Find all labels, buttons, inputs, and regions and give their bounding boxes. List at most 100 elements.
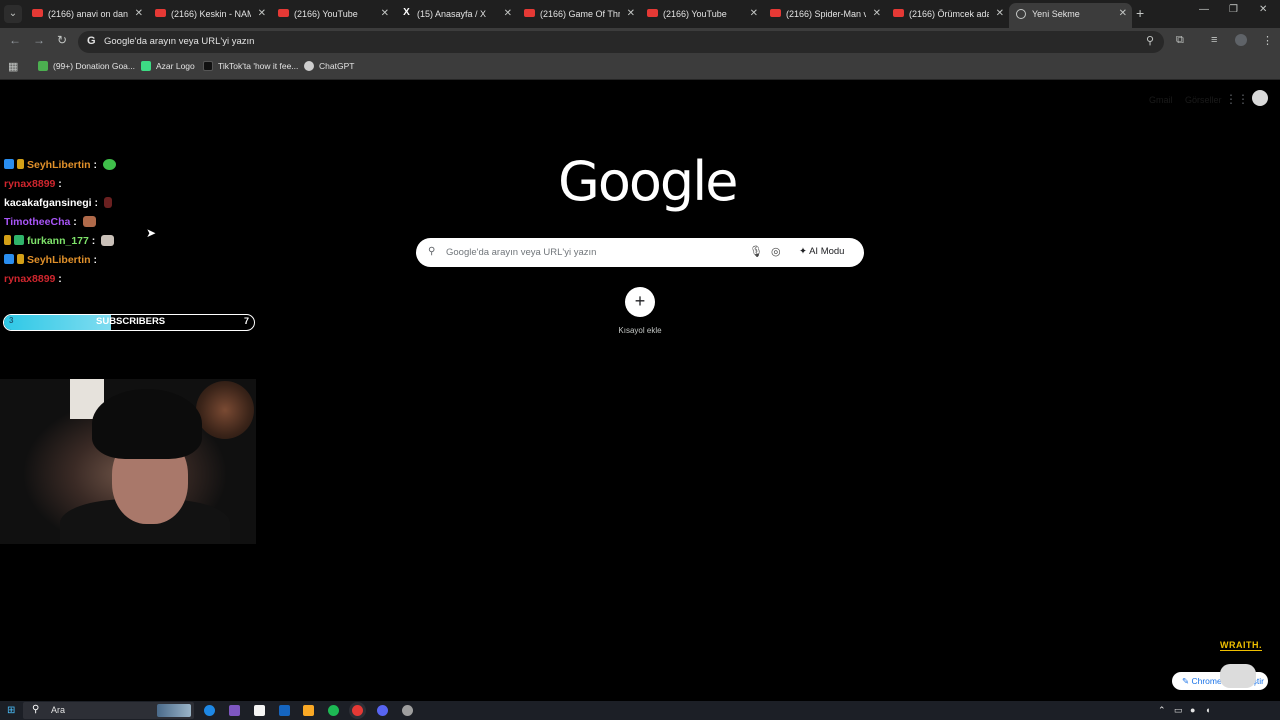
account-avatar[interactable] [1252,90,1268,106]
settings-icon[interactable] [402,705,413,716]
chat-username: rynax8899 [4,178,56,190]
add-shortcut-button[interactable]: + [625,287,655,317]
file-explorer-icon[interactable] [303,705,314,716]
chat-username: TimotheeCha [4,216,71,228]
tray-chevron-icon[interactable]: ⌃ [1158,705,1166,716]
tab-title: (2166) Spider-Man v [786,9,866,19]
tab-7[interactable]: (2166) Spider-Man v ✕ [763,3,886,28]
gmail-link[interactable]: Gmail [1149,95,1173,105]
youtube-icon [32,9,43,17]
azar-icon [141,61,151,71]
tab-6[interactable]: (2166) YouTube ✕ [640,3,763,28]
search-highlight-image [157,704,191,717]
ntp-search-box[interactable]: ⚲ Google'da arayın veya URL'yi yazın 🎙︎ … [416,238,864,267]
tab-strip: ⌄ (2166) anavi on danc ✕ (2166) Keskin - … [0,0,1280,28]
images-link[interactable]: Görseller [1185,95,1222,105]
close-icon[interactable]: ✕ [135,3,143,25]
youtube-icon [155,9,166,17]
edge-icon[interactable] [204,705,215,716]
profile-avatar[interactable] [1235,34,1247,46]
tab-3[interactable]: (2166) YouTube ✕ [271,3,394,28]
close-icon[interactable]: ✕ [627,3,635,25]
copilot-icon[interactable] [229,705,240,716]
tab-4[interactable]: X (15) Anasayfa / X ✕ [394,3,517,28]
globe-icon [1016,9,1026,19]
tab-1[interactable]: (2166) anavi on danc ✕ [25,3,148,28]
restore-icon[interactable]: ❐ [1229,4,1238,15]
extensions-icon[interactable]: ⧉ [1176,34,1184,47]
chat-message: SeyhLibertin : [4,254,97,266]
badge-icon [4,254,14,264]
close-icon[interactable]: ✕ [381,3,389,25]
discord-icon[interactable] [377,705,388,716]
outlook-icon[interactable] [279,705,290,716]
add-shortcut-label: Kısayol ekle [618,326,662,335]
bookmark-chatgpt[interactable]: ChatGPT [304,61,354,71]
tab-search-button[interactable]: ⌄ [4,5,22,23]
bookmark-label: (99+) Donation Goa... [53,61,135,71]
apps-grid-icon[interactable]: ▦ [8,60,18,73]
bookmark-label: ChatGPT [319,61,355,71]
address-bar[interactable]: G Google'da arayın veya URL'yi yazın ⚲ [78,31,1164,53]
back-icon[interactable]: ← [9,33,21,47]
new-tab-button[interactable]: + [1136,5,1144,21]
badge-icon [17,159,24,169]
close-icon[interactable]: ✕ [1119,3,1127,25]
window-close-icon[interactable]: ✕ [1259,4,1267,15]
emote-icon [82,216,96,227]
ai-mode-button[interactable]: ✦ AI Modu [799,246,844,257]
menu-dots-icon[interactable]: ⋮ [1262,34,1273,47]
forward-icon[interactable]: → [33,33,45,47]
volume-icon[interactable]: ◖ [1205,705,1210,715]
taskbar-search-placeholder: Ara [51,705,66,715]
chat-username: kacakafgansinegi [4,197,92,209]
media-controls-icon[interactable]: ≡ [1211,34,1217,46]
close-icon[interactable]: ✕ [504,3,512,25]
bookmark-label: Azar Logo [156,61,195,71]
youtube-icon [647,9,658,17]
tab-title: (2166) Game Of Thro [540,9,620,19]
google-lens-icon[interactable]: ◎ [771,245,781,258]
tiktok-icon [203,61,213,71]
minimize-icon[interactable]: — [1199,4,1209,15]
close-icon[interactable]: ✕ [996,3,1004,25]
tab-5[interactable]: (2166) Game Of Thro ✕ [517,3,640,28]
donation-icon [38,61,48,71]
chrome-icon[interactable] [352,705,363,716]
subscriber-goal: 7 [243,316,249,326]
youtube-icon [770,9,781,17]
browser-toolbar: ← → ↻ G Google'da arayın veya URL'yi yaz… [0,28,1280,55]
reload-icon[interactable]: ↻ [57,33,67,47]
chat-message: TimotheeCha : [4,216,96,228]
zoom-icon[interactable]: ⚲ [1146,34,1154,47]
subscriber-goal-bar: 3 SUBSCRIBERS 7 [3,314,255,331]
chat-username: SeyhLibertin [27,254,91,266]
tab-title: (2166) anavi on danc [48,9,128,19]
bookmark-donation-goal[interactable]: (99+) Donation Goa... [38,61,135,71]
badge-icon [14,235,24,245]
tab-title: (2166) Örümcek adan [909,9,989,19]
badge-icon [17,254,24,264]
tab-8[interactable]: (2166) Örümcek adan ✕ [886,3,1009,28]
windows-start-icon[interactable]: ⊞ [7,705,15,716]
store-icon[interactable] [254,705,265,716]
taskbar-search[interactable]: ⚲ Ara [23,702,194,719]
microphone-icon[interactable]: 🎙︎ [749,245,763,258]
bookmark-label: TikTok'ta 'how it fee... [218,61,299,71]
close-icon[interactable]: ✕ [750,3,758,25]
close-icon[interactable]: ✕ [258,3,266,25]
ai-mode-label: AI Modu [809,246,845,257]
chat-message: rynax8899 : [4,273,62,285]
tray-app-icon[interactable]: ▭ [1174,705,1183,716]
close-icon[interactable]: ✕ [873,3,881,25]
brand-wraith: WRAITH. [1220,640,1262,651]
tab-2[interactable]: (2166) Keskin - NAM ✕ [148,3,271,28]
webcam-person-hair [92,389,202,459]
bookmark-tiktok[interactable]: TikTok'ta 'how it fee... [203,61,298,71]
spotify-icon[interactable] [328,705,339,716]
tab-title: (2166) Keskin - NAM [171,9,251,19]
chat-message: kacakafgansinegi : [4,197,112,209]
microphone-tray-icon[interactable]: ● [1190,705,1195,715]
tab-9-active[interactable]: Yeni Sekme ✕ [1009,3,1132,28]
bookmark-azar-logo[interactable]: Azar Logo [141,61,195,71]
